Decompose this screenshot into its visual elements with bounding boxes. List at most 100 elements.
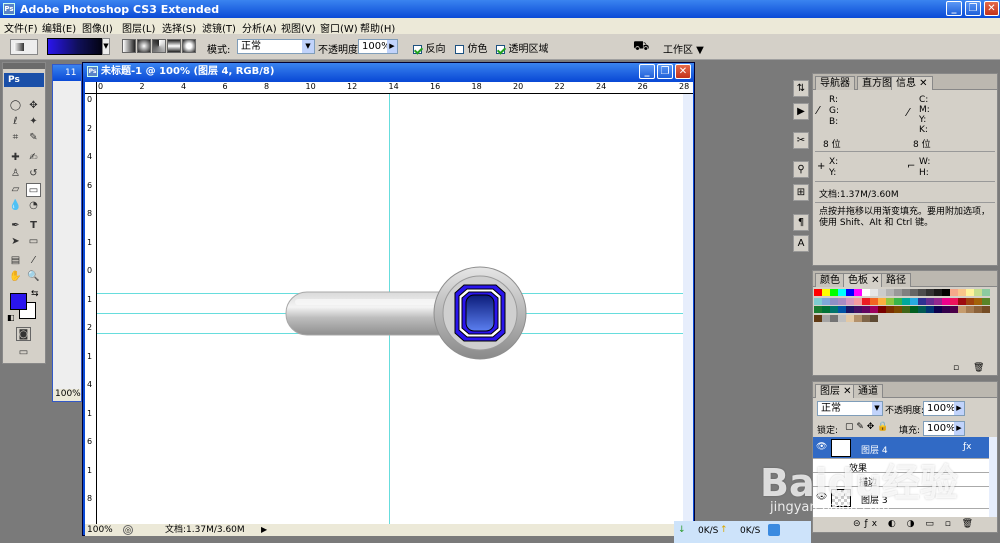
color-swatch[interactable] [966,306,974,313]
color-swatch[interactable] [950,306,958,313]
color-swatch[interactable] [910,297,918,305]
screen-mode-icon[interactable]: ▭ [16,346,31,360]
navigator-dock-icon[interactable]: ⇅ [793,80,809,97]
color-swatch[interactable] [886,297,894,305]
color-swatch[interactable] [870,314,878,322]
color-swatch[interactable] [958,306,966,313]
color-swatch[interactable] [830,289,838,296]
type-tool-icon[interactable]: T [26,219,41,233]
app-tray-icon[interactable] [768,524,780,536]
gradient-tool-icon[interactable]: ▭ [26,183,41,197]
slice-tool-icon[interactable]: ✎ [26,131,41,145]
color-swatch[interactable] [830,306,838,313]
document-zoom[interactable]: 100% [87,524,113,536]
dither-checkbox[interactable] [455,44,464,54]
zoom-tool-icon[interactable]: 🔍 [26,270,41,284]
color-swatch[interactable] [942,297,950,305]
tab-navigator[interactable]: 导航器 [815,76,855,90]
color-swatch[interactable] [918,289,926,296]
diamond-gradient-icon[interactable] [182,39,196,53]
doc-minimize-button[interactable]: _ [639,64,655,79]
color-swatch[interactable] [878,297,886,305]
menu-window[interactable]: 窗口(W) [320,20,358,35]
radial-gradient-icon[interactable] [137,39,151,53]
default-colors-icon[interactable]: ◧ [7,313,15,322]
color-swatch[interactable] [854,289,862,296]
eraser-tool-icon[interactable]: ▱ [8,183,23,197]
menu-file[interactable]: 文件(F) [4,20,38,35]
color-swatch[interactable] [838,297,846,305]
brush-tool-icon[interactable]: ✍ [26,151,41,165]
tool-preset-picker[interactable] [10,39,38,55]
color-swatch[interactable] [822,297,830,305]
background-document-window[interactable]: 11 100% [52,64,82,402]
color-swatch[interactable] [918,297,926,305]
menu-edit[interactable]: 编辑(E) [42,20,76,35]
color-swatch[interactable] [822,289,830,296]
color-swatch[interactable] [966,297,974,305]
tab-info[interactable]: 信息 ✕ [891,76,933,90]
actions-dock-icon[interactable]: ▶ [793,103,809,120]
color-swatch[interactable] [942,306,950,313]
doc-close-button[interactable]: ✕ [675,64,691,79]
dodge-tool-icon[interactable]: ◔ [26,199,41,213]
paragraph-dock-icon[interactable]: ¶ [793,214,809,231]
eyedropper-icon[interactable]: ⁄ [26,254,41,268]
lock-icons[interactable]: ▢ ✎ ✥ 🔒 [845,422,888,432]
fill-input[interactable]: 100% ▶ [923,421,965,436]
color-swatch[interactable] [830,297,838,305]
gradient-dropdown-icon[interactable]: ▼ [102,38,110,55]
color-swatch[interactable] [870,297,878,305]
quick-mask-icon[interactable]: ◙ [16,327,31,341]
color-swatch[interactable] [902,306,910,313]
color-swatch[interactable] [942,289,950,296]
layers-scrollbar[interactable] [989,437,997,517]
eye-icon[interactable]: 👁 [816,442,827,452]
layer-footer-icons[interactable]: ⊝ƒx ◐ ◑ ▭ ▫ 🗑 [853,519,977,529]
reverse-checkbox[interactable] [413,44,422,54]
color-swatch[interactable] [854,306,862,313]
color-swatch[interactable] [838,306,846,313]
color-swatch[interactable] [926,289,934,296]
color-swatch[interactable] [974,297,982,305]
magic-wand-icon[interactable]: ✦ [26,115,41,129]
status-menu-arrow-icon[interactable]: ▶ [261,524,267,536]
color-swatch[interactable] [910,289,918,296]
menu-select[interactable]: 选择(S) [162,20,196,35]
tab-channels[interactable]: 通道 [853,384,883,398]
color-swatch[interactable] [878,306,886,313]
tool-presets-dock-icon[interactable]: ✂ [793,132,809,149]
color-swatch[interactable] [982,297,990,305]
color-swatch[interactable] [846,297,854,305]
path-select-icon[interactable]: ➤ [8,235,23,249]
color-swatch[interactable] [910,306,918,313]
menu-analysis[interactable]: 分析(A) [242,20,277,35]
color-swatch[interactable] [894,289,902,296]
color-swatch[interactable] [902,297,910,305]
color-swatch[interactable] [838,289,846,296]
color-swatch[interactable] [934,297,942,305]
color-swatch[interactable] [966,289,974,296]
foreground-color-swatch[interactable] [10,293,27,310]
crop-tool-icon[interactable]: ⌗ [8,131,23,145]
color-swatch[interactable] [862,314,870,322]
linear-gradient-icon[interactable] [122,39,136,53]
doc-maximize-button[interactable]: ❐ [657,64,673,79]
color-swatch[interactable] [950,289,958,296]
layer-comps-dock-icon[interactable]: ⊞ [793,184,809,201]
fx-icon[interactable]: ƒx [963,442,972,452]
bridge-icon[interactable]: ⛟ [633,39,649,56]
color-swatch[interactable] [814,306,822,313]
color-swatch[interactable] [918,306,926,313]
color-swatch[interactable] [822,314,830,322]
blend-mode-select[interactable]: 正常 ▼ [817,401,883,416]
move-tool-icon[interactable]: ✥ [26,99,41,113]
new-swatch-icon[interactable]: ▫ [953,363,959,373]
angle-gradient-icon[interactable] [152,39,166,53]
status-icon[interactable]: ◎ [123,525,133,535]
tab-color[interactable]: 颜色 [815,273,845,287]
dither-option[interactable]: 仿色 [455,40,488,55]
horizontal-ruler[interactable]: 0 2 4 6 8 10 12 14 16 18 20 22 24 26 28 [97,82,693,94]
workspace-button[interactable]: 工作区 ▼ [663,41,704,56]
tab-swatches[interactable]: 色板 ✕ [843,273,885,287]
